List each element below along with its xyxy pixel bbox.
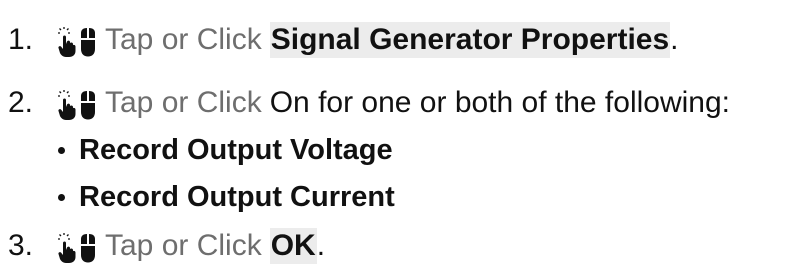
tap-click-icons (58, 86, 97, 120)
option-list-item: Record Output Voltage (0, 133, 393, 167)
bullet-icon (58, 146, 65, 154)
tap-click-icons (58, 23, 97, 57)
option-list-item: Record Output Current (0, 180, 395, 214)
ui-target-ok: OK (269, 228, 317, 264)
mouse-click-icon (81, 234, 95, 263)
step-action: Tap or Click (105, 229, 262, 262)
step-3: 3. Tap or Click OK . (0, 228, 325, 264)
step-number: 1. (8, 23, 34, 56)
step-suffix: . (316, 229, 326, 262)
ui-target-signal-generator-properties: Signal Generator Properties (269, 22, 671, 58)
mouse-click-icon (81, 91, 95, 120)
step-number: 3. (8, 229, 34, 262)
step-suffix: . (670, 23, 679, 56)
option-record-output-current: Record Output Current (79, 181, 395, 213)
tap-hand-icon (58, 27, 76, 57)
step-action: Tap or Click (105, 23, 262, 56)
step-number: 2. (8, 86, 34, 119)
mouse-click-icon (81, 28, 95, 57)
tap-click-icons (58, 229, 97, 263)
tap-hand-icon (58, 90, 76, 120)
step-action: Tap or Click (105, 86, 262, 119)
step-text: On for one or both of the following: (269, 86, 731, 119)
step-2: 2. Tap or Click On for one or both of th… (0, 85, 730, 121)
tap-hand-icon (58, 233, 76, 263)
bullet-icon (58, 193, 65, 201)
option-record-output-voltage: Record Output Voltage (79, 134, 393, 166)
step-1: 1. Tap or Click Signal Generator Propert… (0, 22, 679, 58)
